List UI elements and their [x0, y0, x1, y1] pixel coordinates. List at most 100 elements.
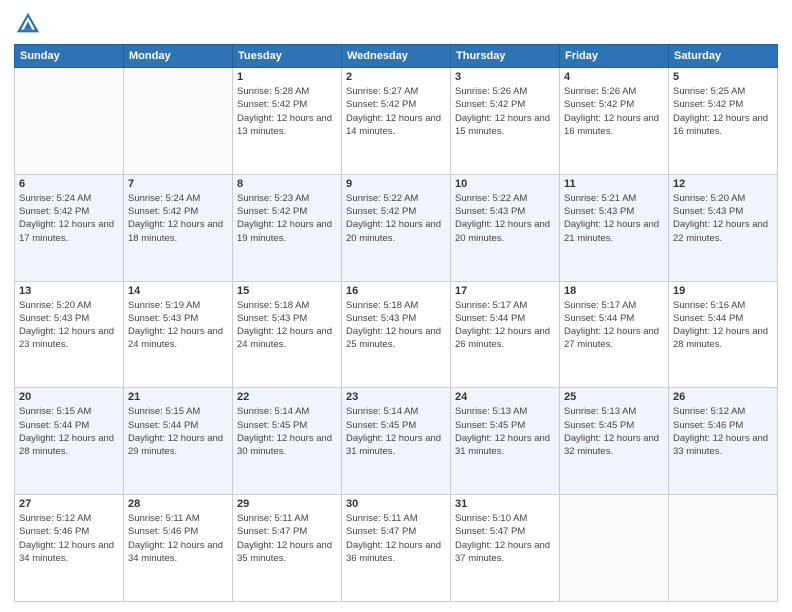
calendar-cell: 31 Sunrise: 5:10 AM Sunset: 5:47 PM Dayli…	[451, 495, 560, 602]
calendar-cell: 18 Sunrise: 5:17 AM Sunset: 5:44 PM Dayli…	[560, 281, 669, 388]
calendar-cell: 29Sunrise: 5:11 AM Sunset: 5:47 PM Dayli…	[233, 495, 342, 602]
calendar-table: SundayMondayTuesdayWednesdayThursdayFrid…	[14, 44, 778, 602]
day-number: 29	[237, 498, 337, 510]
calendar-cell: 8Sunrise: 5:23 AM Sunset: 5:42 PM Daylig…	[233, 174, 342, 281]
calendar-header-row: SundayMondayTuesdayWednesdayThursdayFrid…	[15, 45, 778, 68]
day-number: 17	[455, 285, 555, 297]
calendar-cell: 23Sunrise: 5:14 AM Sunset: 5:45 PM Dayli…	[342, 388, 451, 495]
day-info: Sunrise: 5:14 AM Sunset: 5:45 PM Dayligh…	[237, 405, 337, 458]
day-number: 28	[128, 498, 228, 510]
day-info: Sunrise: 5:11 AM Sunset: 5:46 PM Dayligh…	[128, 512, 228, 565]
day-number: 1	[237, 71, 337, 83]
day-number: 14	[128, 285, 228, 297]
calendar-cell: 22 Sunrise: 5:14 AM Sunset: 5:45 PM Dayli…	[233, 388, 342, 495]
calendar-cell: 27 Sunrise: 5:12 AM Sunset: 5:46 PM Dayli…	[15, 495, 124, 602]
day-info: Sunrise: 5:17 AM Sunset: 5:44 PM Dayligh…	[455, 299, 555, 352]
calendar-cell: 14 Sunrise: 5:19 AM Sunset: 5:43 PM Dayli…	[124, 281, 233, 388]
calendar-cell: 19 Sunrise: 5:16 AM Sunset: 5:44 PM Dayli…	[669, 281, 778, 388]
header	[14, 10, 778, 38]
calendar-cell: 12 Sunrise: 5:20 AM Sunset: 5:43 PM Dayli…	[669, 174, 778, 281]
day-number: 22	[237, 391, 337, 403]
header-wednesday: Wednesday	[342, 45, 451, 68]
day-number: 27	[19, 498, 119, 510]
day-info: Sunrise: 5:25 AM Sunset: 5:42 PM Dayligh…	[673, 85, 773, 138]
day-info: Sunrise: 5:20 AM Sunset: 5:43 PM Dayligh…	[673, 192, 773, 245]
day-number: 30	[346, 498, 446, 510]
logo-icon	[14, 10, 42, 38]
day-info: Sunrise: 5:24 AM Sunset: 5:42 PM Dayligh…	[19, 192, 119, 245]
day-number: 16	[346, 285, 446, 297]
day-info: Sunrise: 5:24 AM Sunset: 5:42 PM Dayligh…	[128, 192, 228, 245]
page: SundayMondayTuesdayWednesdayThursdayFrid…	[0, 0, 792, 612]
day-info: Sunrise: 5:15 AM Sunset: 5:44 PM Dayligh…	[128, 405, 228, 458]
day-number: 13	[19, 285, 119, 297]
calendar-cell: 15 Sunrise: 5:18 AM Sunset: 5:43 PM Dayli…	[233, 281, 342, 388]
calendar-cell: 30 Sunrise: 5:11 AM Sunset: 5:47 PM Dayli…	[342, 495, 451, 602]
calendar-cell: 21 Sunrise: 5:15 AM Sunset: 5:44 PM Dayli…	[124, 388, 233, 495]
logo	[14, 10, 46, 38]
day-info: Sunrise: 5:23 AM Sunset: 5:42 PM Dayligh…	[237, 192, 337, 245]
day-number: 23	[346, 391, 446, 403]
calendar-week-2: 13 Sunrise: 5:20 AM Sunset: 5:43 PM Dayli…	[15, 281, 778, 388]
day-number: 19	[673, 285, 773, 297]
calendar-cell: 17 Sunrise: 5:17 AM Sunset: 5:44 PM Dayli…	[451, 281, 560, 388]
day-info: Sunrise: 5:19 AM Sunset: 5:43 PM Dayligh…	[128, 299, 228, 352]
day-number: 7	[128, 178, 228, 190]
day-number: 2	[346, 71, 446, 83]
day-info: Sunrise: 5:15 AM Sunset: 5:44 PM Dayligh…	[19, 405, 119, 458]
calendar-cell: 4 Sunrise: 5:26 AM Sunset: 5:42 PM Daylig…	[560, 68, 669, 175]
calendar-cell: 28 Sunrise: 5:11 AM Sunset: 5:46 PM Dayli…	[124, 495, 233, 602]
calendar-cell: 9 Sunrise: 5:22 AM Sunset: 5:42 PM Daylig…	[342, 174, 451, 281]
calendar-cell	[669, 495, 778, 602]
calendar-cell: 25Sunrise: 5:13 AM Sunset: 5:45 PM Dayli…	[560, 388, 669, 495]
day-info: Sunrise: 5:12 AM Sunset: 5:46 PM Dayligh…	[19, 512, 119, 565]
day-info: Sunrise: 5:18 AM Sunset: 5:43 PM Dayligh…	[237, 299, 337, 352]
day-info: Sunrise: 5:26 AM Sunset: 5:42 PM Dayligh…	[455, 85, 555, 138]
calendar-cell: 2 Sunrise: 5:27 AM Sunset: 5:42 PM Daylig…	[342, 68, 451, 175]
day-number: 4	[564, 71, 664, 83]
calendar-cell: 13 Sunrise: 5:20 AM Sunset: 5:43 PM Dayli…	[15, 281, 124, 388]
calendar-cell: 6 Sunrise: 5:24 AM Sunset: 5:42 PM Daylig…	[15, 174, 124, 281]
calendar-cell: 5Sunrise: 5:25 AM Sunset: 5:42 PM Daylig…	[669, 68, 778, 175]
day-info: Sunrise: 5:22 AM Sunset: 5:42 PM Dayligh…	[346, 192, 446, 245]
calendar-cell	[15, 68, 124, 175]
calendar-week-1: 6 Sunrise: 5:24 AM Sunset: 5:42 PM Daylig…	[15, 174, 778, 281]
header-sunday: Sunday	[15, 45, 124, 68]
day-number: 21	[128, 391, 228, 403]
day-number: 15	[237, 285, 337, 297]
header-thursday: Thursday	[451, 45, 560, 68]
day-info: Sunrise: 5:20 AM Sunset: 5:43 PM Dayligh…	[19, 299, 119, 352]
day-info: Sunrise: 5:17 AM Sunset: 5:44 PM Dayligh…	[564, 299, 664, 352]
calendar-cell: 11Sunrise: 5:21 AM Sunset: 5:43 PM Dayli…	[560, 174, 669, 281]
header-tuesday: Tuesday	[233, 45, 342, 68]
calendar-cell	[124, 68, 233, 175]
day-number: 25	[564, 391, 664, 403]
calendar-cell	[560, 495, 669, 602]
day-info: Sunrise: 5:18 AM Sunset: 5:43 PM Dayligh…	[346, 299, 446, 352]
day-info: Sunrise: 5:13 AM Sunset: 5:45 PM Dayligh…	[455, 405, 555, 458]
day-number: 26	[673, 391, 773, 403]
day-info: Sunrise: 5:16 AM Sunset: 5:44 PM Dayligh…	[673, 299, 773, 352]
day-number: 20	[19, 391, 119, 403]
day-number: 18	[564, 285, 664, 297]
day-info: Sunrise: 5:10 AM Sunset: 5:47 PM Dayligh…	[455, 512, 555, 565]
day-info: Sunrise: 5:22 AM Sunset: 5:43 PM Dayligh…	[455, 192, 555, 245]
day-info: Sunrise: 5:11 AM Sunset: 5:47 PM Dayligh…	[346, 512, 446, 565]
calendar-cell: 20 Sunrise: 5:15 AM Sunset: 5:44 PM Dayli…	[15, 388, 124, 495]
day-number: 10	[455, 178, 555, 190]
day-number: 12	[673, 178, 773, 190]
calendar-cell: 3Sunrise: 5:26 AM Sunset: 5:42 PM Daylig…	[451, 68, 560, 175]
calendar-cell: 7 Sunrise: 5:24 AM Sunset: 5:42 PM Daylig…	[124, 174, 233, 281]
day-info: Sunrise: 5:26 AM Sunset: 5:42 PM Dayligh…	[564, 85, 664, 138]
header-friday: Friday	[560, 45, 669, 68]
calendar-cell: 10 Sunrise: 5:22 AM Sunset: 5:43 PM Dayli…	[451, 174, 560, 281]
day-number: 6	[19, 178, 119, 190]
calendar-week-0: 1 Sunrise: 5:28 AM Sunset: 5:42 PM Daylig…	[15, 68, 778, 175]
day-number: 31	[455, 498, 555, 510]
day-info: Sunrise: 5:27 AM Sunset: 5:42 PM Dayligh…	[346, 85, 446, 138]
day-info: Sunrise: 5:12 AM Sunset: 5:46 PM Dayligh…	[673, 405, 773, 458]
day-info: Sunrise: 5:28 AM Sunset: 5:42 PM Dayligh…	[237, 85, 337, 138]
day-info: Sunrise: 5:21 AM Sunset: 5:43 PM Dayligh…	[564, 192, 664, 245]
calendar-cell: 24Sunrise: 5:13 AM Sunset: 5:45 PM Dayli…	[451, 388, 560, 495]
day-number: 9	[346, 178, 446, 190]
